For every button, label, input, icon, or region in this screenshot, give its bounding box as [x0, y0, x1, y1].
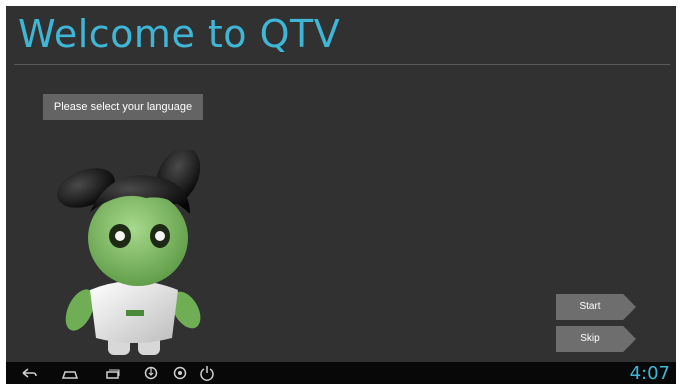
skip-button[interactable]: Skip	[556, 326, 636, 352]
back-icon[interactable]	[20, 365, 38, 381]
mascot-image	[57, 150, 201, 355]
title-divider	[14, 64, 670, 65]
select-language-button[interactable]: Please select your language	[43, 94, 203, 120]
status-clock: 4:07	[629, 363, 670, 384]
recent-apps-icon[interactable]	[103, 365, 121, 381]
usb-icon	[144, 366, 158, 380]
usb-debug-icon	[173, 366, 187, 380]
page-title: Welcome to QTV	[18, 12, 341, 56]
tablet-screen: Welcome to QTV Please select your langua…	[6, 6, 676, 384]
system-navigation-bar: 4:07	[6, 362, 676, 384]
start-button[interactable]: Start	[556, 294, 636, 320]
home-icon[interactable]	[61, 365, 79, 381]
power-icon	[200, 366, 214, 381]
